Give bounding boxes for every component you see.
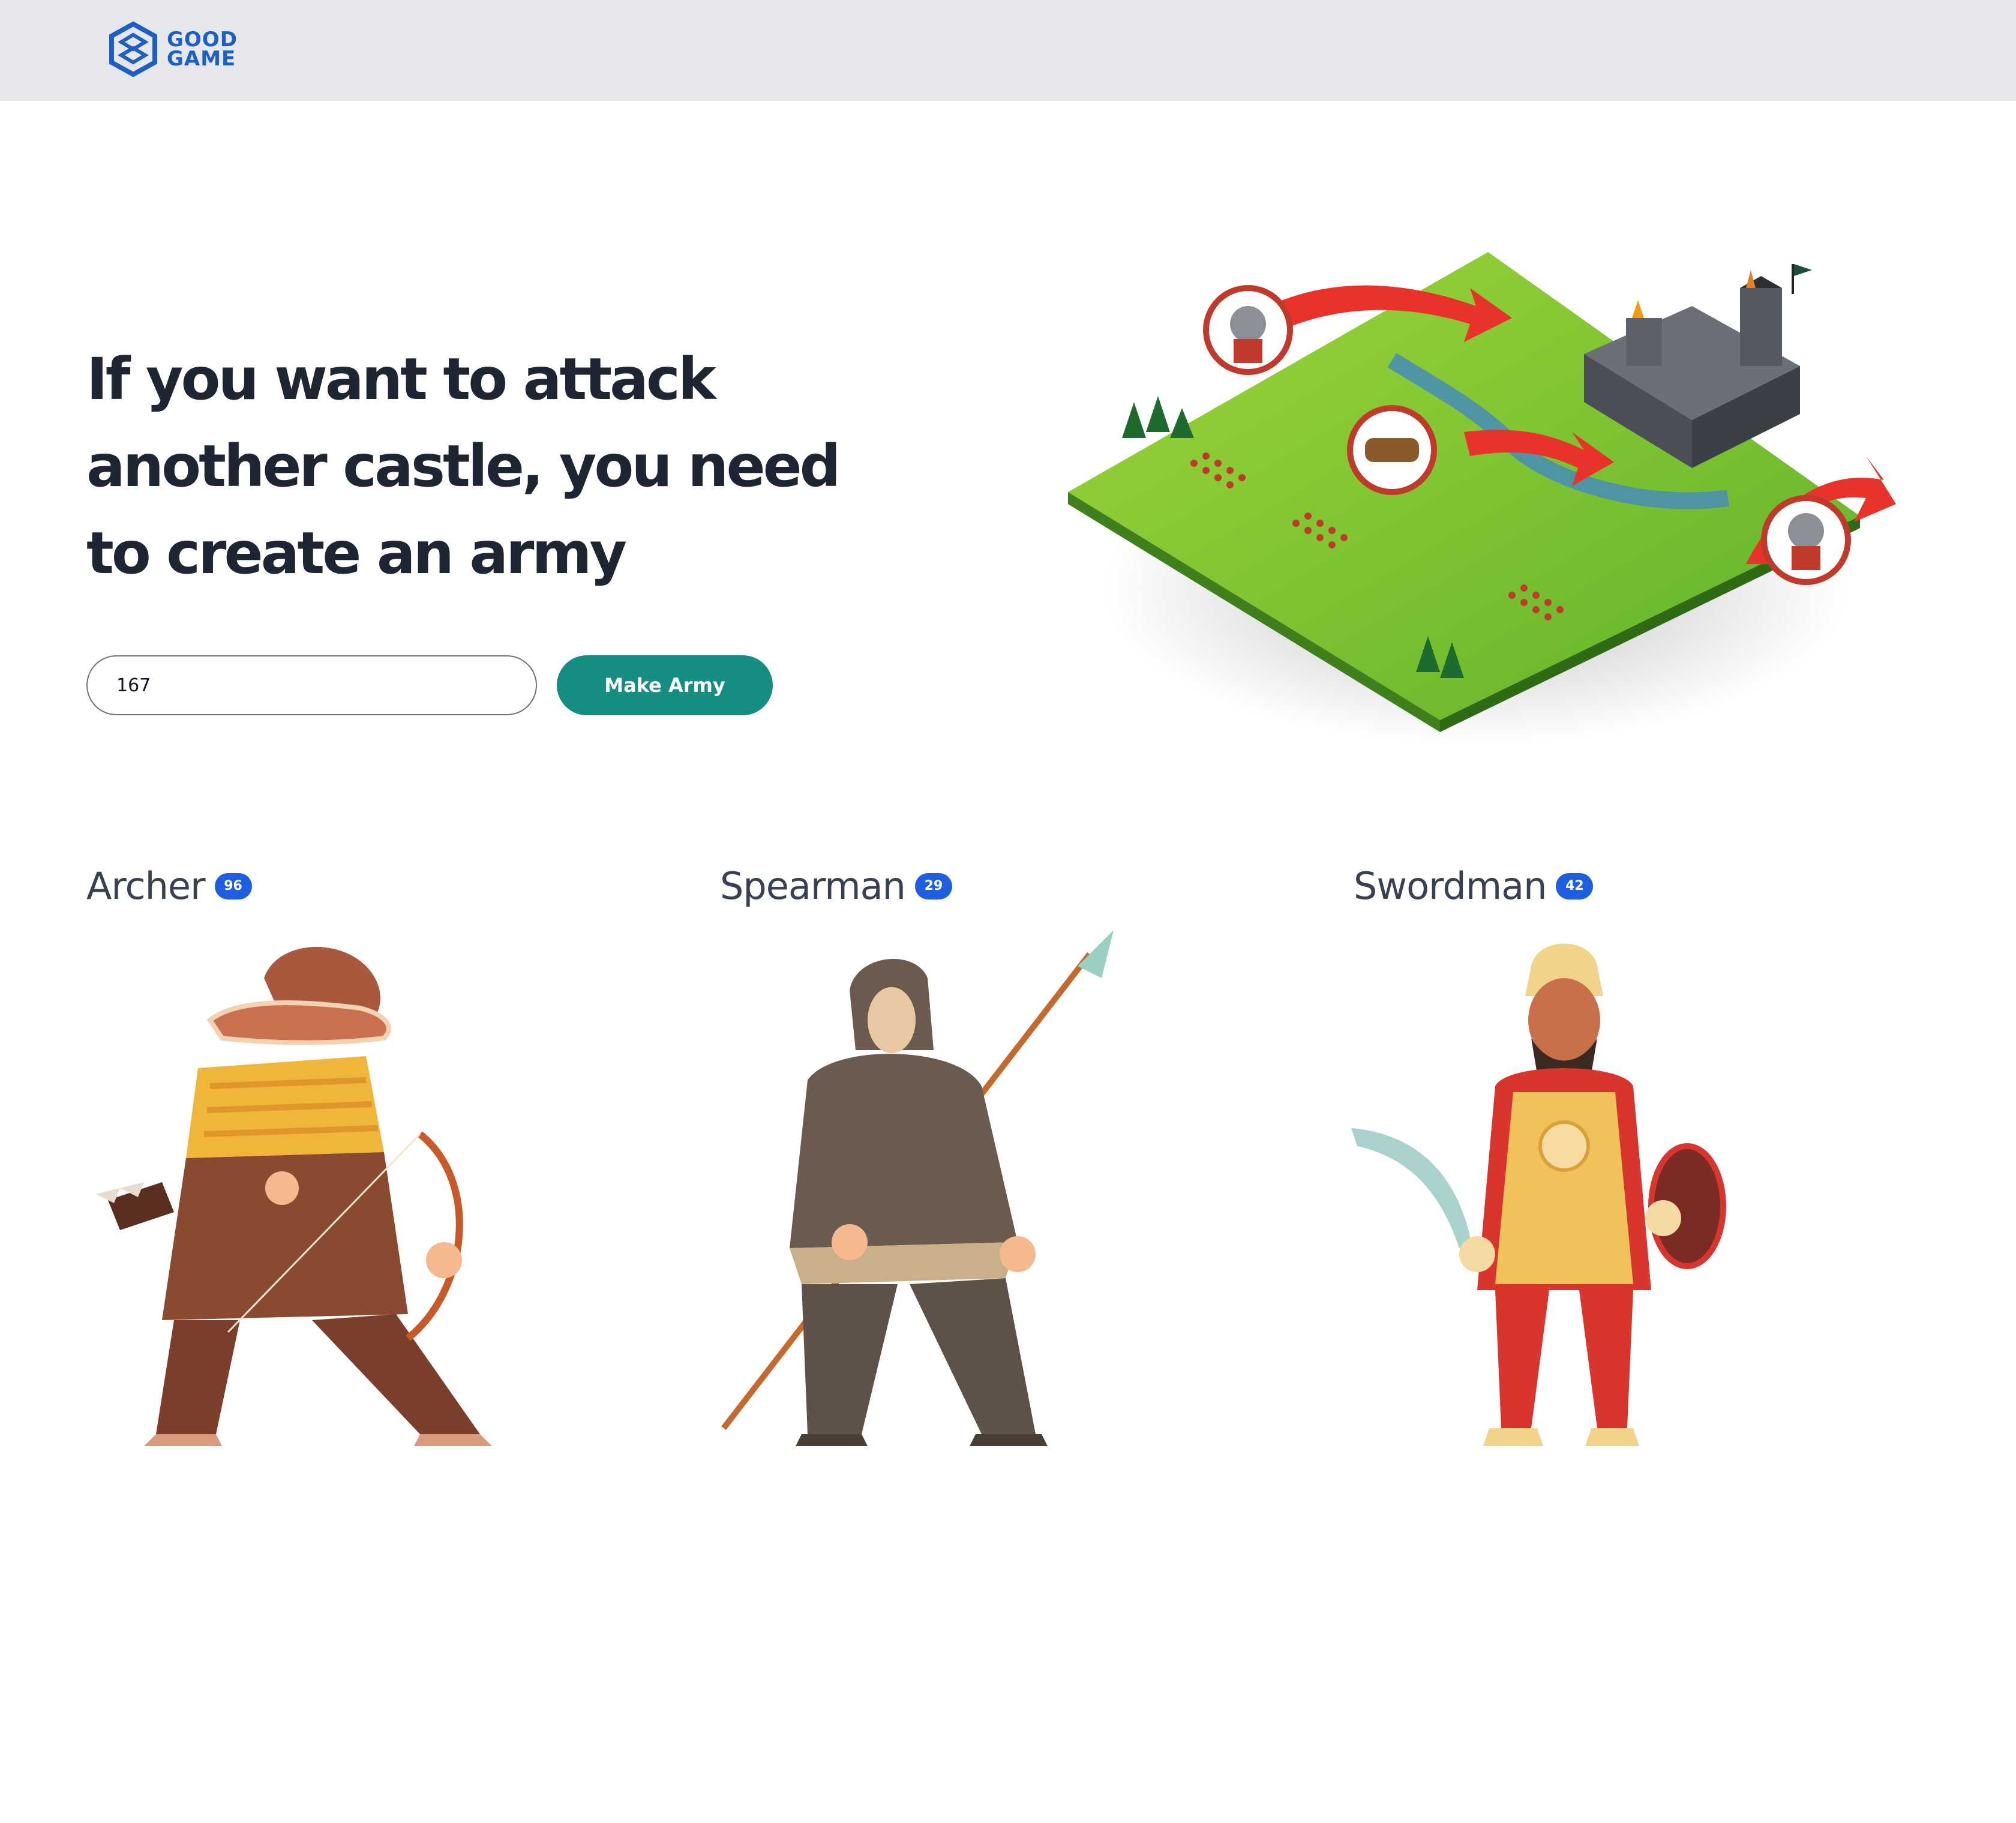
unit-heading-archer: Archer 96	[86, 864, 252, 908]
make-army-button[interactable]: Make Army	[557, 655, 773, 715]
top-header: GOOD GAME	[0, 0, 2016, 101]
archer-figure	[96, 946, 492, 1446]
unit-name: Swordman	[1354, 864, 1547, 908]
hero-title-line: to create an army	[86, 520, 627, 587]
army-size-input[interactable]	[86, 655, 537, 715]
logo-text-line2: GAME	[167, 47, 236, 71]
hero-title: If you want to attack another castle, yo…	[86, 336, 841, 597]
goodgame-logo[interactable]: GOOD GAME	[108, 22, 238, 77]
unit-name: Archer	[86, 864, 206, 908]
unit-name: Spearman	[720, 864, 906, 908]
hero-title-line: another castle, you need	[86, 433, 841, 500]
swordman-figure	[1351, 943, 1726, 1446]
unit-count-badge: 29	[914, 872, 952, 899]
castle-siege-illustration	[1068, 252, 1896, 744]
unit-heading-spearman: Spearman 29	[720, 864, 952, 908]
hero-title-line: If you want to attack	[86, 346, 716, 413]
spearman-figure	[721, 930, 1114, 1446]
unit-heading-swordman: Swordman 42	[1354, 864, 1594, 908]
goodgame-hex-logo-icon	[109, 22, 157, 77]
unit-count-badge: 42	[1556, 872, 1594, 899]
unit-count-badge: 96	[214, 872, 252, 899]
